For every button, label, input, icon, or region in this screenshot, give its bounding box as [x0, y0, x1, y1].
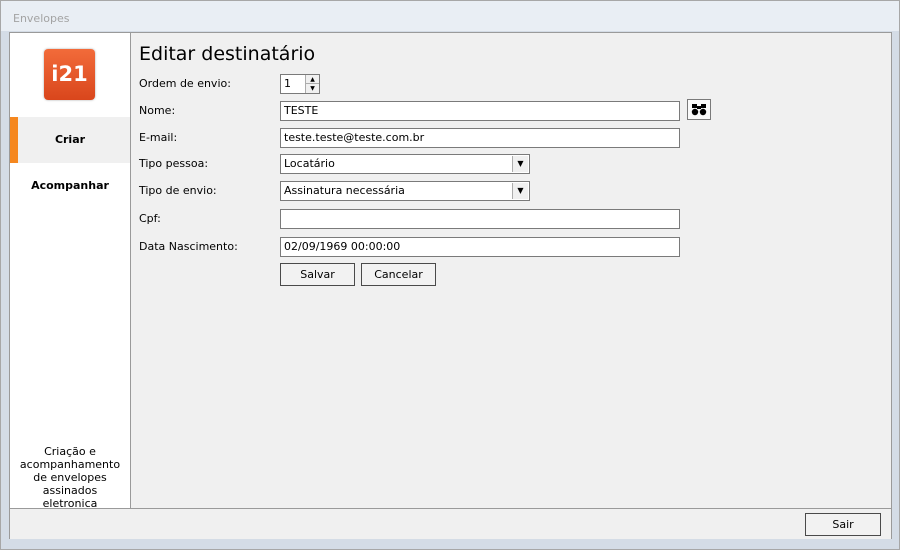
data-nascimento-label: Data Nascimento: — [139, 240, 238, 253]
cpf-label: Cpf: — [139, 212, 161, 225]
arrow-up-icon[interactable]: ▲ — [306, 75, 319, 84]
tipo-envio-label: Tipo de envio: — [139, 184, 217, 197]
client-area: i21 Criar Acompanhar Criação e acompanha… — [9, 32, 892, 539]
sidebar-item-label: Criar — [54, 133, 86, 146]
logo: i21 — [44, 49, 95, 100]
email-field[interactable]: teste.teste@teste.com.br — [280, 128, 680, 148]
cpf-field[interactable] — [280, 209, 680, 229]
sidebar-item-acompanhar[interactable]: Acompanhar — [10, 163, 130, 209]
stepper-buttons: ▲ ▼ — [305, 75, 319, 93]
tipo-pessoa-label: Tipo pessoa: — [139, 157, 209, 170]
tipo-pessoa-value: Locatário — [284, 157, 335, 170]
binoculars-icon — [691, 104, 707, 116]
tipo-pessoa-select[interactable]: Locatário ▼ — [280, 154, 530, 174]
sidebar: i21 Criar Acompanhar Criação e acompanha… — [10, 33, 131, 510]
chevron-down-icon[interactable]: ▼ — [512, 183, 528, 199]
footer-bar: Sair — [10, 508, 891, 539]
sidebar-item-criar[interactable]: Criar — [10, 117, 130, 163]
nome-field[interactable]: TESTE — [280, 101, 680, 121]
ordem-stepper[interactable]: 1 ▲ ▼ — [280, 74, 320, 94]
title-bar[interactable]: Envelopes — [1, 1, 899, 31]
page-title: Editar destinatário — [139, 43, 316, 65]
window-title: Envelopes — [13, 12, 70, 25]
chevron-down-icon[interactable]: ▼ — [512, 156, 528, 172]
selected-indicator — [10, 117, 18, 163]
cancel-button[interactable]: Cancelar — [361, 263, 436, 286]
ordem-label: Ordem de envio: — [139, 77, 231, 90]
ordem-value: 1 — [284, 77, 291, 90]
arrow-down-icon[interactable]: ▼ — [306, 84, 319, 93]
tipo-envio-value: Assinatura necessária — [284, 184, 405, 197]
data-nascimento-field[interactable]: 02/09/1969 00:00:00 — [280, 237, 680, 257]
sidebar-description: Criação e acompanhamento de envelopes as… — [19, 445, 121, 510]
nome-label: Nome: — [139, 104, 176, 117]
exit-button[interactable]: Sair — [805, 513, 881, 536]
app-window: Envelopes i21 Criar Acompanhar Criação e… — [0, 0, 900, 550]
edit-recipient-form: Editar destinatário Ordem de envio: 1 ▲ … — [131, 33, 891, 508]
tipo-envio-select[interactable]: Assinatura necessária ▼ — [280, 181, 530, 201]
email-label: E-mail: — [139, 131, 178, 144]
sidebar-item-label: Acompanhar — [31, 179, 109, 192]
search-button[interactable] — [687, 99, 711, 120]
save-button[interactable]: Salvar — [280, 263, 355, 286]
